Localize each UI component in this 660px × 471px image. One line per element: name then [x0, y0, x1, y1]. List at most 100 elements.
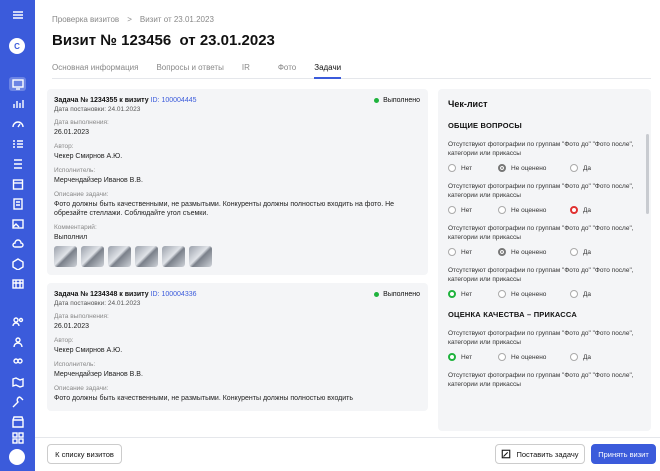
answer-label: Нет — [461, 206, 473, 214]
answer-options: Нет Не оценено Да — [448, 248, 641, 256]
breadcrumb-separator: > — [127, 15, 132, 24]
answer-option[interactable]: Не оценено — [498, 206, 570, 214]
menu-icon[interactable] — [9, 8, 26, 22]
answer-label: Нет — [461, 290, 473, 298]
description-value: Фото должны быть качественными, не размы… — [54, 395, 354, 402]
photo-thumbnail[interactable] — [189, 246, 212, 267]
photo-thumbnail[interactable] — [162, 246, 185, 267]
grid-icon[interactable] — [9, 431, 26, 445]
executor-label: Исполнитель: — [54, 167, 96, 174]
tab-tasks[interactable]: Задачи — [314, 58, 342, 79]
tab-main-info[interactable]: Основная информация — [52, 58, 138, 79]
tab-ir[interactable]: IR — [242, 58, 250, 79]
checklist-question: Отсутствуют фотографии по группам "Фото … — [448, 183, 634, 199]
answer-label: Не оценено — [511, 206, 547, 214]
accept-visit-button[interactable]: Принять визит — [591, 444, 656, 464]
photo-thumbnail[interactable] — [54, 246, 77, 267]
task-title: Задача № 1234355 к визиту ID: 100004445 — [54, 97, 197, 104]
answer-option[interactable]: Да — [570, 206, 591, 214]
answer-option[interactable]: Не оценено — [498, 290, 570, 298]
users-icon[interactable] — [9, 335, 26, 349]
radio-button[interactable] — [570, 353, 578, 361]
group-icon[interactable] — [9, 355, 26, 369]
tab-questions[interactable]: Вопросы и ответы — [156, 58, 223, 79]
radio-button[interactable] — [498, 206, 506, 214]
answer-option[interactable]: Нет — [448, 206, 498, 214]
answer-option[interactable]: Да — [570, 164, 591, 172]
answer-label: Да — [583, 206, 592, 214]
answer-label: Не оценено — [511, 164, 547, 172]
store-icon[interactable] — [9, 415, 26, 429]
table-icon[interactable] — [9, 277, 26, 291]
author-value: Чекер Смирнов А.Ю. — [54, 153, 123, 160]
checklist-scrollbar[interactable] — [646, 134, 649, 214]
task-icon — [502, 449, 511, 459]
monitor-icon[interactable] — [9, 77, 26, 91]
radio-button[interactable] — [570, 164, 578, 172]
answer-label: Нет — [461, 164, 473, 172]
checklist-panel: Чек-лист ОБЩИЕ ВОПРОСЫ Отсутствуют фотогр… — [438, 89, 651, 431]
answer-option[interactable]: Нет — [448, 248, 498, 256]
bar-chart-icon[interactable] — [9, 97, 26, 111]
answer-option[interactable]: Нет — [448, 290, 498, 298]
checklist-icon[interactable] — [9, 137, 26, 151]
radio-button[interactable] — [570, 248, 578, 256]
image-icon[interactable] — [9, 217, 26, 231]
breadcrumb-root[interactable]: Проверка визитов — [52, 15, 119, 24]
answer-option[interactable]: Не оценено — [498, 248, 570, 256]
list-icon[interactable] — [9, 157, 26, 171]
task-created: Дата постановки: 24.01.2023 — [54, 106, 141, 113]
answer-label: Да — [583, 353, 592, 361]
radio-button[interactable] — [448, 290, 456, 298]
checklist-question: Отсутствуют фотографии по группам "Фото … — [448, 267, 634, 283]
radio-button[interactable] — [498, 248, 506, 256]
radio-button[interactable] — [448, 206, 456, 214]
map-icon[interactable] — [9, 375, 26, 389]
status-dot-icon — [374, 98, 380, 103]
breadcrumb: Проверка визитов > Визит от 23.01.2023 — [52, 15, 214, 24]
back-to-visits-button[interactable]: К списку визитов — [47, 444, 122, 464]
radio-button[interactable] — [570, 206, 578, 214]
executor-value: Мерчендайзер Иванов В.В. — [54, 371, 143, 378]
team-icon[interactable] — [9, 315, 26, 329]
answer-label: Да — [583, 164, 592, 172]
calendar-icon[interactable] — [9, 177, 26, 191]
answer-label: Да — [583, 248, 592, 256]
photo-thumbnail[interactable] — [108, 246, 131, 267]
cloud-icon[interactable] — [9, 237, 26, 251]
radio-button[interactable] — [448, 164, 456, 172]
radio-button[interactable] — [498, 353, 506, 361]
answer-option[interactable]: Не оценено — [498, 353, 570, 361]
due-label: Дата выполнения: — [54, 313, 109, 320]
status-badge: Выполнено — [374, 291, 420, 298]
checklist-question: Отсутствуют фотографии по группам "Фото … — [448, 372, 634, 388]
task-id-link[interactable]: ID: 100004445 — [151, 97, 197, 104]
tab-bar: Основная информация Вопросы и ответы IR … — [52, 58, 651, 79]
answer-option[interactable]: Да — [570, 290, 591, 298]
radio-button[interactable] — [498, 164, 506, 172]
answer-option[interactable]: Не оценено — [498, 164, 570, 172]
radio-button[interactable] — [448, 248, 456, 256]
answer-option[interactable]: Да — [570, 353, 591, 361]
answer-option[interactable]: Нет — [448, 353, 498, 361]
document-icon[interactable] — [9, 197, 26, 211]
task-id-link[interactable]: ID: 100004336 — [151, 291, 197, 298]
checklist-question: Отсутствуют фотографии по группам "Фото … — [448, 141, 634, 157]
tab-photo[interactable]: Фото — [278, 58, 296, 79]
cube-icon[interactable] — [9, 257, 26, 271]
set-task-button[interactable]: Поставить задачу — [495, 444, 585, 464]
checklist-question: Отсутствуют фотографии по группам "Фото … — [448, 330, 634, 346]
executor-value: Мерчендайзер Иванов В.В. — [54, 177, 143, 184]
answer-option[interactable]: Нет — [448, 164, 498, 172]
radio-button[interactable] — [570, 290, 578, 298]
gauge-icon[interactable] — [9, 117, 26, 131]
comment-label: Комментарий: — [54, 224, 97, 231]
radio-button[interactable] — [448, 353, 456, 361]
wrench-icon[interactable] — [9, 395, 26, 409]
company-avatar[interactable]: C — [9, 38, 25, 54]
radio-button[interactable] — [498, 290, 506, 298]
answer-option[interactable]: Да — [570, 248, 591, 256]
photo-thumbnail[interactable] — [135, 246, 158, 267]
user-avatar[interactable] — [9, 449, 25, 465]
photo-thumbnail[interactable] — [81, 246, 104, 267]
